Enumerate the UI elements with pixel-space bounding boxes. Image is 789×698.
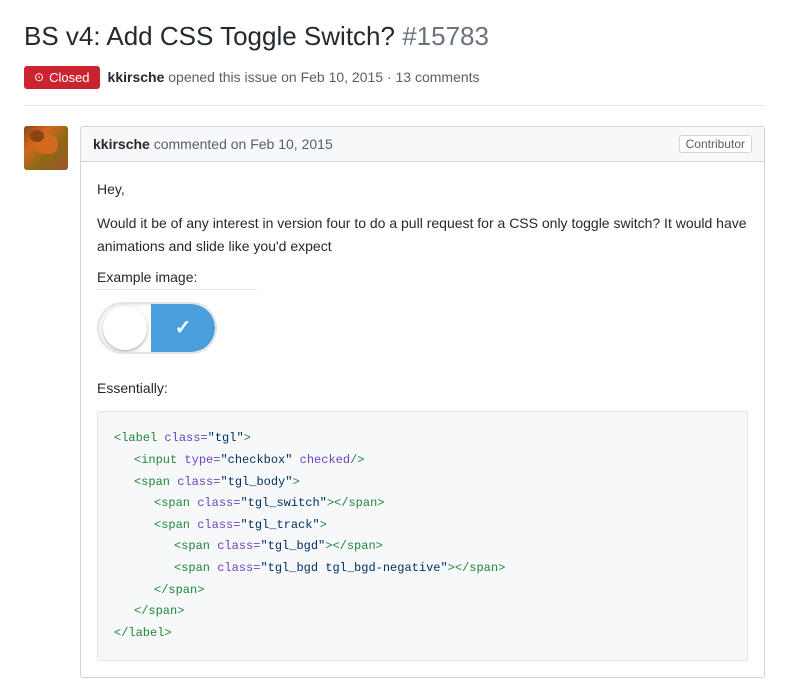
avatar-image [24,126,68,170]
code-line-4: <span class="tgl_switch"></span> [114,493,731,515]
code-line-8: </span> [114,580,731,602]
body-text: Would it be of any interest in version f… [97,212,748,257]
code-line-6: <span class="tgl_bgd"></span> [114,536,731,558]
status-badge: ⊙ Closed [24,66,100,89]
status-label: Closed [49,70,89,85]
comment-thread: kkirsche commented on Feb 10, 2015 Contr… [24,126,765,679]
toggle-switch: ✓ [97,302,217,354]
code-line-5: <span class="tgl_track"> [114,515,731,537]
comment-author[interactable]: kkirsche [93,136,150,152]
toggle-track-active: ✓ [151,304,215,352]
comment-body: Hey, Would it be of any interest in vers… [81,162,764,678]
toggle-knob [103,306,147,350]
contributor-badge: Contributor [679,135,752,153]
example-image-section: Example image: ✓ [97,269,748,357]
comment-author-info: kkirsche commented on Feb 10, 2015 [93,136,333,152]
commented-on-label: commented on [154,136,247,152]
code-line-2: <input type="checkbox" checked/> [114,450,731,472]
code-line-3: <span class="tgl_body"> [114,472,731,494]
code-block: <label class="tgl"> <input type="checkbo… [97,411,748,661]
title-text: BS v4: Add CSS Toggle Switch? [24,21,395,51]
comment-box: kkirsche commented on Feb 10, 2015 Contr… [80,126,765,679]
meta-description: opened this issue on Feb 10, 2015 · 13 c… [168,69,479,85]
greeting-text: Hey, [97,178,748,200]
toggle-container: ✓ [97,302,748,357]
code-line-7: <span class="tgl_bgd tgl_bgd-negative"><… [114,558,731,580]
closed-icon: ⊙ [34,70,44,84]
code-line-10: </label> [114,623,731,645]
code-line-1: <label class="tgl"> [114,428,731,450]
issue-meta: ⊙ Closed kkirsche opened this issue on F… [24,66,765,106]
image-label: Example image: [97,269,257,290]
meta-author[interactable]: kkirsche [108,69,165,85]
essentially-label: Essentially: [97,377,748,399]
page-title: BS v4: Add CSS Toggle Switch? #15783 [24,20,765,54]
avatar [24,126,68,170]
toggle-checkmark: ✓ [175,315,192,340]
issue-meta-text: kkirsche opened this issue on Feb 10, 20… [108,69,480,85]
issue-number: #15783 [402,21,489,51]
code-line-9: </span> [114,601,731,623]
comment-date: Feb 10, 2015 [250,136,333,152]
comment-header: kkirsche commented on Feb 10, 2015 Contr… [81,127,764,162]
